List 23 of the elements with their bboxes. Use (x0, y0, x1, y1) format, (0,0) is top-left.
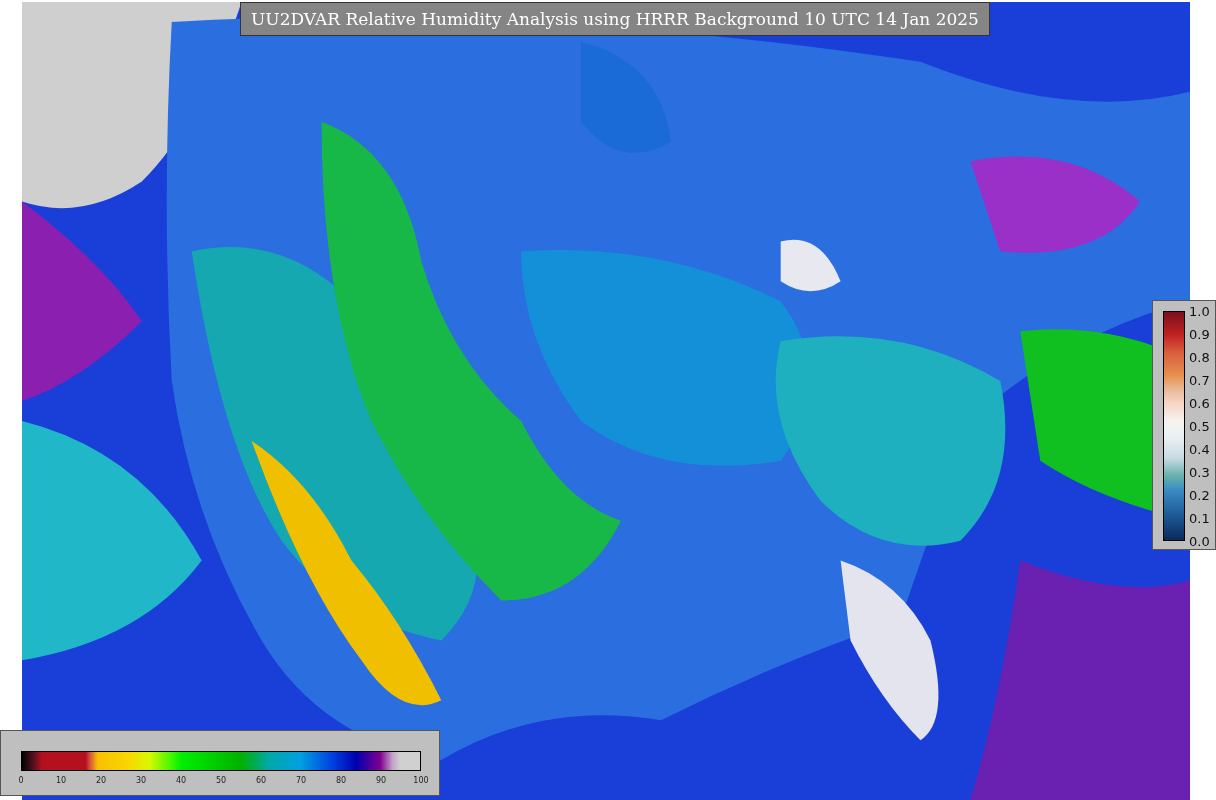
tick-label: 0.1 (1189, 511, 1210, 525)
tick-label: 0.9 (1189, 327, 1210, 341)
tick-label: 40 (175, 777, 187, 785)
tick-label: 1.0 (1189, 304, 1210, 318)
tick-label: 50 (215, 777, 227, 785)
tick-label: 0 (18, 777, 24, 785)
tick-label: 0.4 (1189, 442, 1210, 456)
tick-label: 90 (375, 777, 387, 785)
tick-label: 20 (95, 777, 107, 785)
tick-label: 70 (295, 777, 307, 785)
tick-label: 80 (335, 777, 347, 785)
tick-label: 0.0 (1189, 534, 1210, 548)
tick-label: 10 (55, 777, 67, 785)
tick-label: 0.5 (1189, 419, 1210, 433)
tick-label: 0.2 (1189, 488, 1210, 502)
tick-label: 30 (135, 777, 147, 785)
tick-label: 100 (413, 777, 429, 785)
map-title: UU2DVAR Relative Humidity Analysis using HRRR Background 10 UTC 14 Jan 2025 (240, 2, 990, 36)
tick-label: 60 (255, 777, 267, 785)
tick-label: 0.8 (1189, 350, 1210, 364)
tick-label: 0.7 (1189, 373, 1210, 387)
tick-label: 0.6 (1189, 396, 1210, 410)
tick-label: 0.3 (1189, 465, 1210, 479)
